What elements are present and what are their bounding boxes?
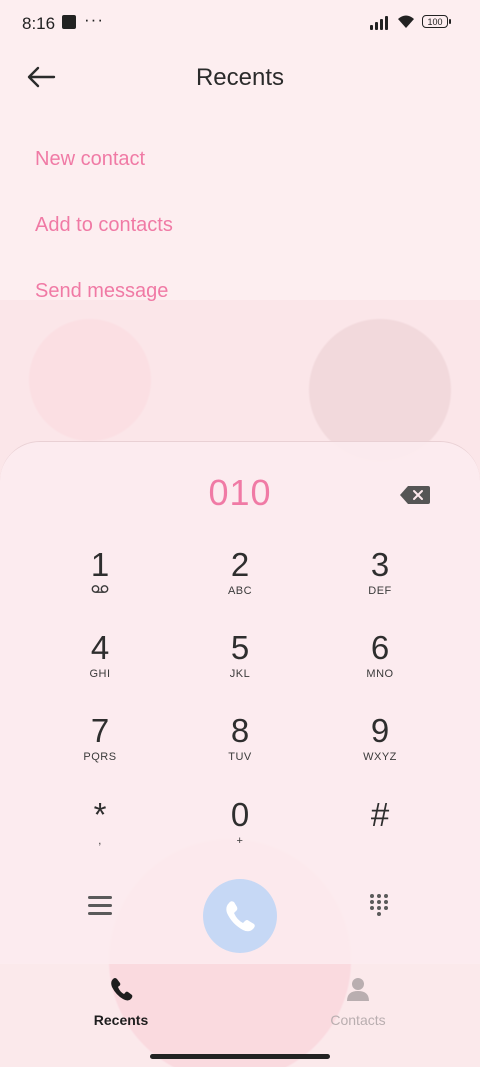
key-digit: # (370, 796, 390, 833)
key-hash[interactable]: # (325, 796, 435, 866)
status-bar: 8:16 ··· 100 (0, 0, 480, 46)
page-title: Recents (195, 64, 285, 91)
menu-icon[interactable] (88, 896, 112, 918)
key-0[interactable]: 0 + (185, 796, 295, 866)
new-contact-link[interactable]: New contact (35, 148, 145, 171)
key-digit: 0 (230, 796, 250, 833)
key-5[interactable]: 5 JKL (185, 629, 295, 699)
call-button[interactable] (203, 879, 277, 953)
key-8[interactable]: 8 TUV (185, 712, 295, 782)
battery-icon: 100 (422, 15, 451, 28)
key-9[interactable]: 9 WXYZ (325, 712, 435, 782)
dialpad-toggle-icon[interactable] (370, 894, 390, 918)
key-digit: * (93, 796, 107, 833)
key-letters: GHI (89, 668, 111, 680)
key-digit: 2 (230, 546, 250, 583)
wifi-icon (395, 12, 417, 30)
key-digit: 5 (230, 629, 250, 666)
key-digit: 4 (90, 629, 110, 666)
key-7[interactable]: 7 PQRS (45, 712, 155, 782)
dialer-actions (0, 879, 480, 962)
key-digit: 7 (90, 712, 110, 749)
phone-icon (111, 978, 133, 1001)
key-2[interactable]: 2 ABC (185, 546, 295, 616)
phone-icon (226, 901, 255, 932)
person-icon (347, 978, 369, 1001)
key-4[interactable]: 4 GHI (45, 629, 155, 699)
tab-label: Recents (93, 1012, 149, 1028)
key-letters: WXYZ (363, 751, 397, 763)
dialpad: 010 1 2 ABC 3 DEF 4 GHI 5 JKL 6 MNO 7 PQ… (0, 441, 480, 964)
key-letters: TUV (228, 751, 252, 763)
signal-icon (370, 14, 392, 30)
key-digit: 6 (370, 629, 390, 666)
key-letters: , (98, 835, 102, 847)
key-letters: JKL (229, 668, 251, 680)
bottom-navigation: Recents Contacts (0, 963, 480, 1067)
home-indicator[interactable] (150, 1054, 330, 1059)
key-digit: 1 (90, 546, 110, 583)
key-digit: 3 (370, 546, 390, 583)
voicemail-icon (45, 584, 155, 598)
key-letters: ABC (227, 585, 253, 597)
key-letters: + (236, 835, 244, 847)
more-notifications-icon: ··· (84, 10, 104, 29)
tab-label: Contacts (330, 1012, 386, 1028)
key-1[interactable]: 1 (45, 546, 155, 616)
key-letters: DEF (368, 585, 392, 597)
key-digit: 8 (230, 712, 250, 749)
send-message-link[interactable]: Send message (35, 280, 168, 303)
add-to-contacts-link[interactable]: Add to contacts (35, 214, 173, 237)
key-digit: 9 (370, 712, 390, 749)
key-6[interactable]: 6 MNO (325, 629, 435, 699)
status-time: 8:16 (22, 14, 56, 33)
key-3[interactable]: 3 DEF (325, 546, 435, 616)
notification-icon (62, 15, 76, 29)
key-star[interactable]: * , (45, 796, 155, 866)
key-letters: PQRS (83, 751, 117, 763)
tab-contacts[interactable]: Contacts (288, 975, 428, 1028)
tab-recents[interactable]: Recents (51, 975, 191, 1028)
header: Recents (0, 54, 480, 100)
key-letters: MNO (366, 668, 394, 680)
backspace-icon[interactable] (400, 486, 430, 504)
